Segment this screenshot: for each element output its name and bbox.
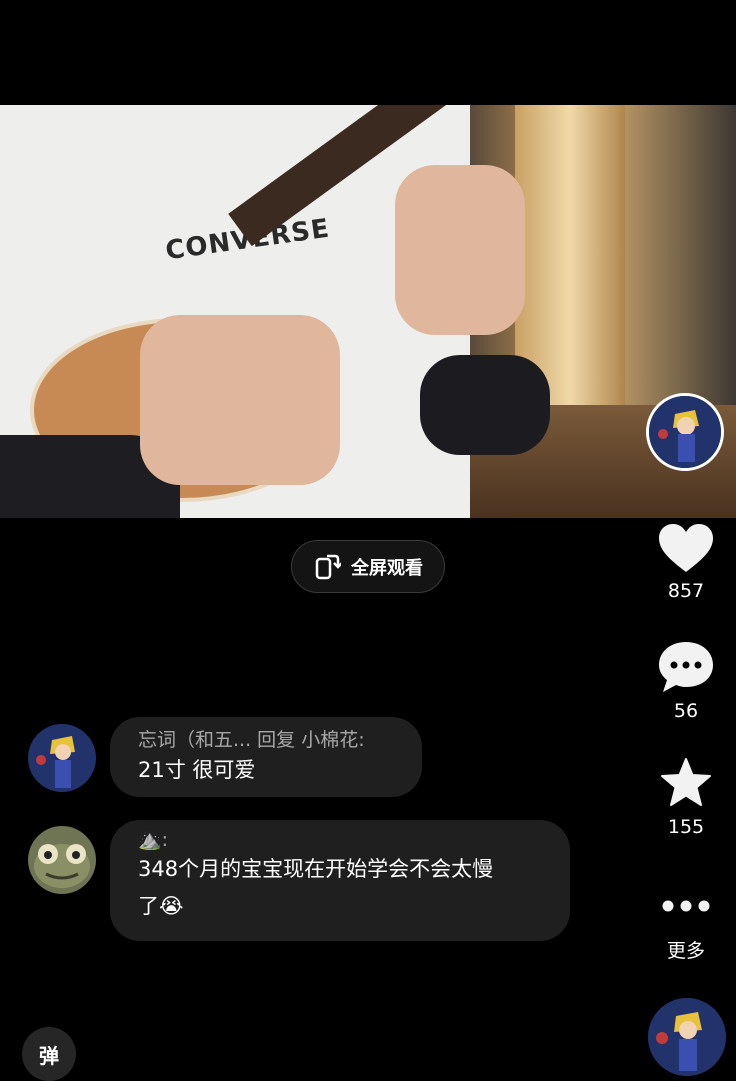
anime-avatar-icon <box>648 998 726 1076</box>
heart-icon[interactable] <box>657 522 715 574</box>
fullscreen-button[interactable]: 全屏观看 <box>291 540 445 593</box>
fretting-hand <box>395 165 525 335</box>
fullscreen-label: 全屏观看 <box>351 557 423 579</box>
comment-avatar-2[interactable] <box>28 826 96 894</box>
comment-reply-word-1: 回复 <box>257 729 296 751</box>
favorite-count: 155 <box>667 816 705 838</box>
more-action[interactable]: 更多 <box>652 896 720 963</box>
author-avatar[interactable] <box>646 393 724 471</box>
right-sleeve <box>420 355 550 455</box>
comment-bubble-icon[interactable] <box>657 640 715 694</box>
anime-avatar-icon <box>28 724 96 792</box>
comment-bubble-2[interactable]: ⛰️: 348个月的宝宝现在开始学会不会太慢 了😭 <box>110 820 570 941</box>
comment-text-2b: 了😭 <box>138 894 184 918</box>
video-player[interactable]: CONVERSE <box>0 105 736 518</box>
danmaku-label: 弹 <box>39 1043 59 1068</box>
comment-reply-to-1[interactable]: 小棉花: <box>301 729 364 751</box>
more-dots-icon[interactable] <box>660 896 712 916</box>
comment-meta-1: 忘词（和五... 回复 小棉花: <box>138 725 394 752</box>
strumming-hand <box>140 315 340 485</box>
anime-avatar-icon <box>649 396 721 468</box>
danmaku-toggle-button[interactable]: 弹 <box>22 1027 76 1081</box>
comment-avatar-1[interactable] <box>28 724 96 792</box>
favorite-action[interactable]: 155 <box>652 756 720 838</box>
frog-avatar-icon <box>28 826 96 894</box>
like-count: 857 <box>667 580 705 602</box>
comment-action[interactable]: 56 <box>652 640 720 722</box>
more-label: 更多 <box>666 940 705 962</box>
comment-bubble-1[interactable]: 忘词（和五... 回复 小棉花: 21寸 很可爱 <box>110 717 422 797</box>
star-icon[interactable] <box>659 756 713 810</box>
rotate-phone-icon <box>315 554 341 579</box>
comment-author-2[interactable]: ⛰️: <box>138 828 542 851</box>
comment-author-1[interactable]: 忘词（和五... <box>138 729 251 751</box>
like-action[interactable]: 857 <box>652 522 720 602</box>
comment-count: 56 <box>673 700 699 722</box>
comment-text-1: 21寸 很可爱 <box>138 758 256 782</box>
music-author-avatar[interactable] <box>648 998 726 1076</box>
comment-text-2a: 348个月的宝宝现在开始学会不会太慢 <box>138 857 494 881</box>
